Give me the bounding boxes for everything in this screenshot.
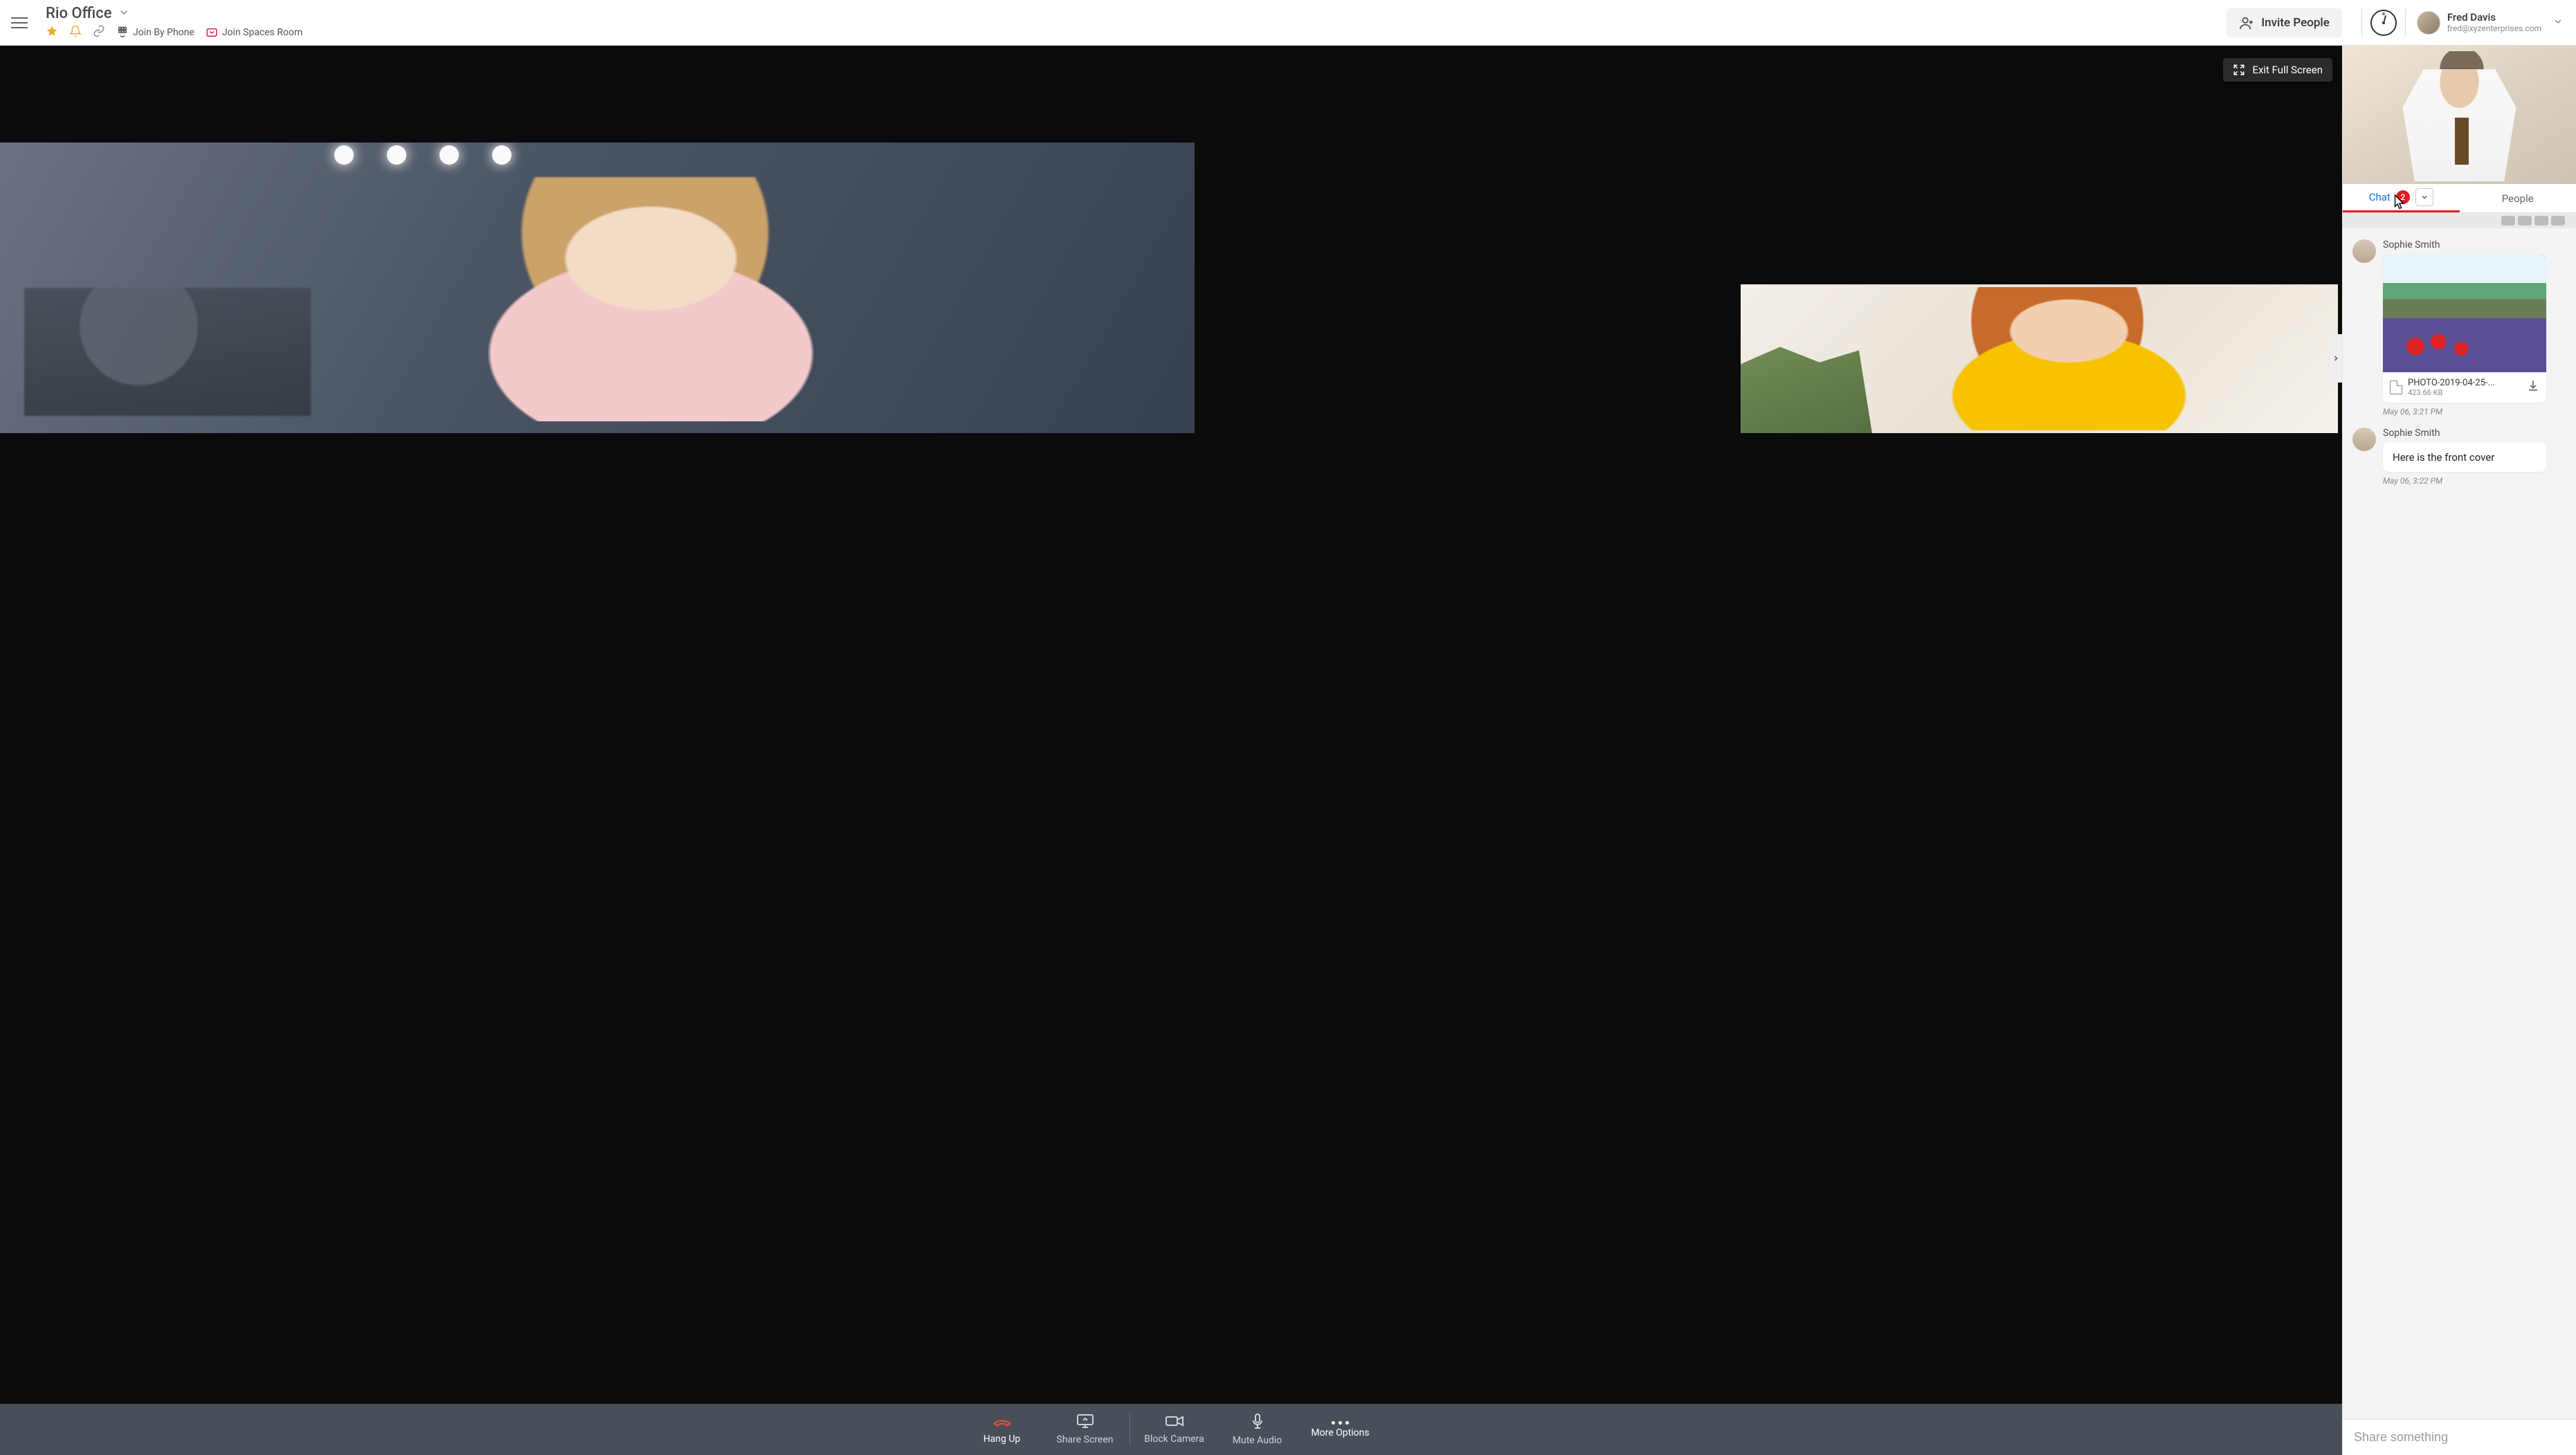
block-camera-label: Block Camera: [1144, 1434, 1204, 1445]
participant-thumb[interactable]: [2551, 216, 2565, 226]
join-spaces-room-button[interactable]: Join Spaces Room: [206, 26, 302, 39]
video-decor: [24, 288, 311, 416]
tab-chat-label: Chat: [2369, 191, 2391, 203]
video-stage: [0, 46, 2342, 1404]
link-icon[interactable]: [93, 25, 105, 40]
user-text: Fred Davis fred@xyzenterprises.com: [2447, 11, 2541, 33]
attachment-meta: PHOTO-2019-04-25-... 423.66 KB: [2383, 372, 2546, 403]
invite-people-button[interactable]: Invite People: [2226, 8, 2342, 37]
header-divider: [2361, 9, 2362, 37]
participant-thumb[interactable]: [2534, 216, 2548, 226]
chat-attachment[interactable]: PHOTO-2019-04-25-... 423.66 KB: [2383, 255, 2546, 403]
file-icon: [2390, 381, 2402, 394]
join-by-phone-button[interactable]: Join By Phone: [116, 26, 194, 39]
topic-selector[interactable]: Rio Office: [46, 5, 302, 22]
more-options-label: More Options: [1311, 1427, 1369, 1438]
tab-chat[interactable]: Chat 2: [2343, 184, 2460, 212]
bell-icon[interactable]: [69, 25, 82, 40]
header-divider: [2405, 9, 2406, 37]
self-video-preview[interactable]: [2343, 46, 2576, 184]
current-user-menu[interactable]: Fred Davis fred@xyzenterprises.com: [2417, 11, 2570, 35]
timer-indicator-dot: [2382, 12, 2385, 15]
dial-icon: [116, 26, 129, 39]
video-decor: [1884, 296, 2254, 430]
block-camera-button[interactable]: Block Camera: [1133, 1414, 1216, 1445]
more-icon: [1332, 1421, 1349, 1425]
join-by-phone-label: Join By Phone: [133, 27, 194, 38]
message-timestamp: May 06, 3:22 PM: [2343, 473, 2576, 493]
chevron-down-icon: [118, 6, 130, 21]
sender-name: Sophie Smith: [2383, 239, 2566, 250]
video-decor: [1741, 347, 1872, 433]
call-controls-bar: Hang Up Share Screen Block Camera Mute A: [0, 1404, 2342, 1455]
attachment-filesize: 423.66 KB: [2408, 388, 2495, 397]
mute-audio-label: Mute Audio: [1233, 1435, 1282, 1446]
app-header: Rio Office Join By Phone Join Spaces Roo…: [0, 0, 2576, 46]
sender-name: Sophie Smith: [2383, 428, 2566, 439]
user-name: Fred Davis: [2447, 11, 2541, 24]
attachment-image-preview[interactable]: [2383, 255, 2546, 372]
sender-avatar[interactable]: [2352, 239, 2376, 263]
sender-avatar[interactable]: [2352, 428, 2376, 451]
topic-block: Rio Office Join By Phone Join Spaces Roo…: [46, 5, 302, 40]
hang-up-button[interactable]: Hang Up: [961, 1414, 1044, 1445]
main-participant-video[interactable]: [0, 143, 1195, 433]
message-timestamp: May 06, 3:21 PM: [2343, 404, 2576, 423]
video-area: Exit Full Screen Han: [0, 46, 2342, 1455]
download-button[interactable]: [2527, 379, 2539, 394]
side-panel: Chat 2 People: [2342, 46, 2576, 1455]
spaces-icon: [206, 26, 218, 39]
download-icon: [2527, 379, 2539, 392]
star-icon[interactable]: [46, 25, 58, 40]
share-screen-label: Share Screen: [1057, 1434, 1114, 1445]
tab-people[interactable]: People: [2460, 184, 2576, 212]
video-decor: [2455, 118, 2469, 165]
hang-up-label: Hang Up: [983, 1434, 1021, 1445]
chat-message: Sophie Smith PHOTO-2019-04-25-... 423.66…: [2343, 235, 2576, 404]
chat-compose-input[interactable]: [2354, 1430, 2565, 1445]
more-options-button[interactable]: More Options: [1299, 1421, 1382, 1438]
side-tabs: Chat 2 People: [2343, 184, 2576, 213]
video-decor: [334, 145, 511, 165]
chevron-down-icon: [2552, 16, 2564, 30]
chat-message: Sophie Smith Here is the front cover: [2343, 423, 2576, 473]
main-area: Exit Full Screen Han: [0, 46, 2576, 1455]
participant-thumb-strip: [2343, 213, 2576, 228]
join-spaces-room-label: Join Spaces Room: [222, 27, 302, 38]
tab-chat-dropdown[interactable]: [2415, 188, 2433, 206]
attachment-filename: PHOTO-2019-04-25-...: [2408, 378, 2495, 388]
chat-unread-badge: 2: [2396, 190, 2410, 204]
topic-title: Rio Office: [46, 5, 112, 22]
hang-up-icon: [992, 1414, 1013, 1431]
chevron-right-icon: [2332, 354, 2340, 363]
share-screen-icon: [1076, 1413, 1094, 1431]
invite-user-icon: [2239, 15, 2254, 30]
mic-icon: [1251, 1413, 1264, 1432]
topic-action-row: Join By Phone Join Spaces Room: [46, 25, 302, 40]
user-avatar: [2417, 11, 2440, 35]
chevron-down-icon: [2420, 193, 2429, 201]
share-screen-button[interactable]: Share Screen: [1044, 1413, 1127, 1445]
invite-people-label: Invite People: [2261, 16, 2330, 30]
chat-message-list[interactable]: Sophie Smith PHOTO-2019-04-25-... 423.66…: [2343, 228, 2576, 1419]
chat-compose-bar: [2343, 1419, 2576, 1455]
video-decor: [382, 195, 920, 422]
participant-thumb[interactable]: [2518, 216, 2532, 226]
message-text: Here is the front cover: [2383, 443, 2546, 472]
hamburger-menu[interactable]: [6, 9, 33, 37]
secondary-participant-video[interactable]: [1741, 284, 2338, 433]
mute-audio-button[interactable]: Mute Audio: [1216, 1413, 1299, 1446]
next-video-button[interactable]: [2330, 334, 2342, 383]
user-email: fred@xyzenterprises.com: [2447, 24, 2541, 33]
camera-icon: [1165, 1414, 1184, 1431]
tab-people-label: People: [2502, 192, 2534, 205]
meeting-timer-button[interactable]: [2370, 10, 2397, 36]
participant-thumb[interactable]: [2501, 216, 2515, 226]
